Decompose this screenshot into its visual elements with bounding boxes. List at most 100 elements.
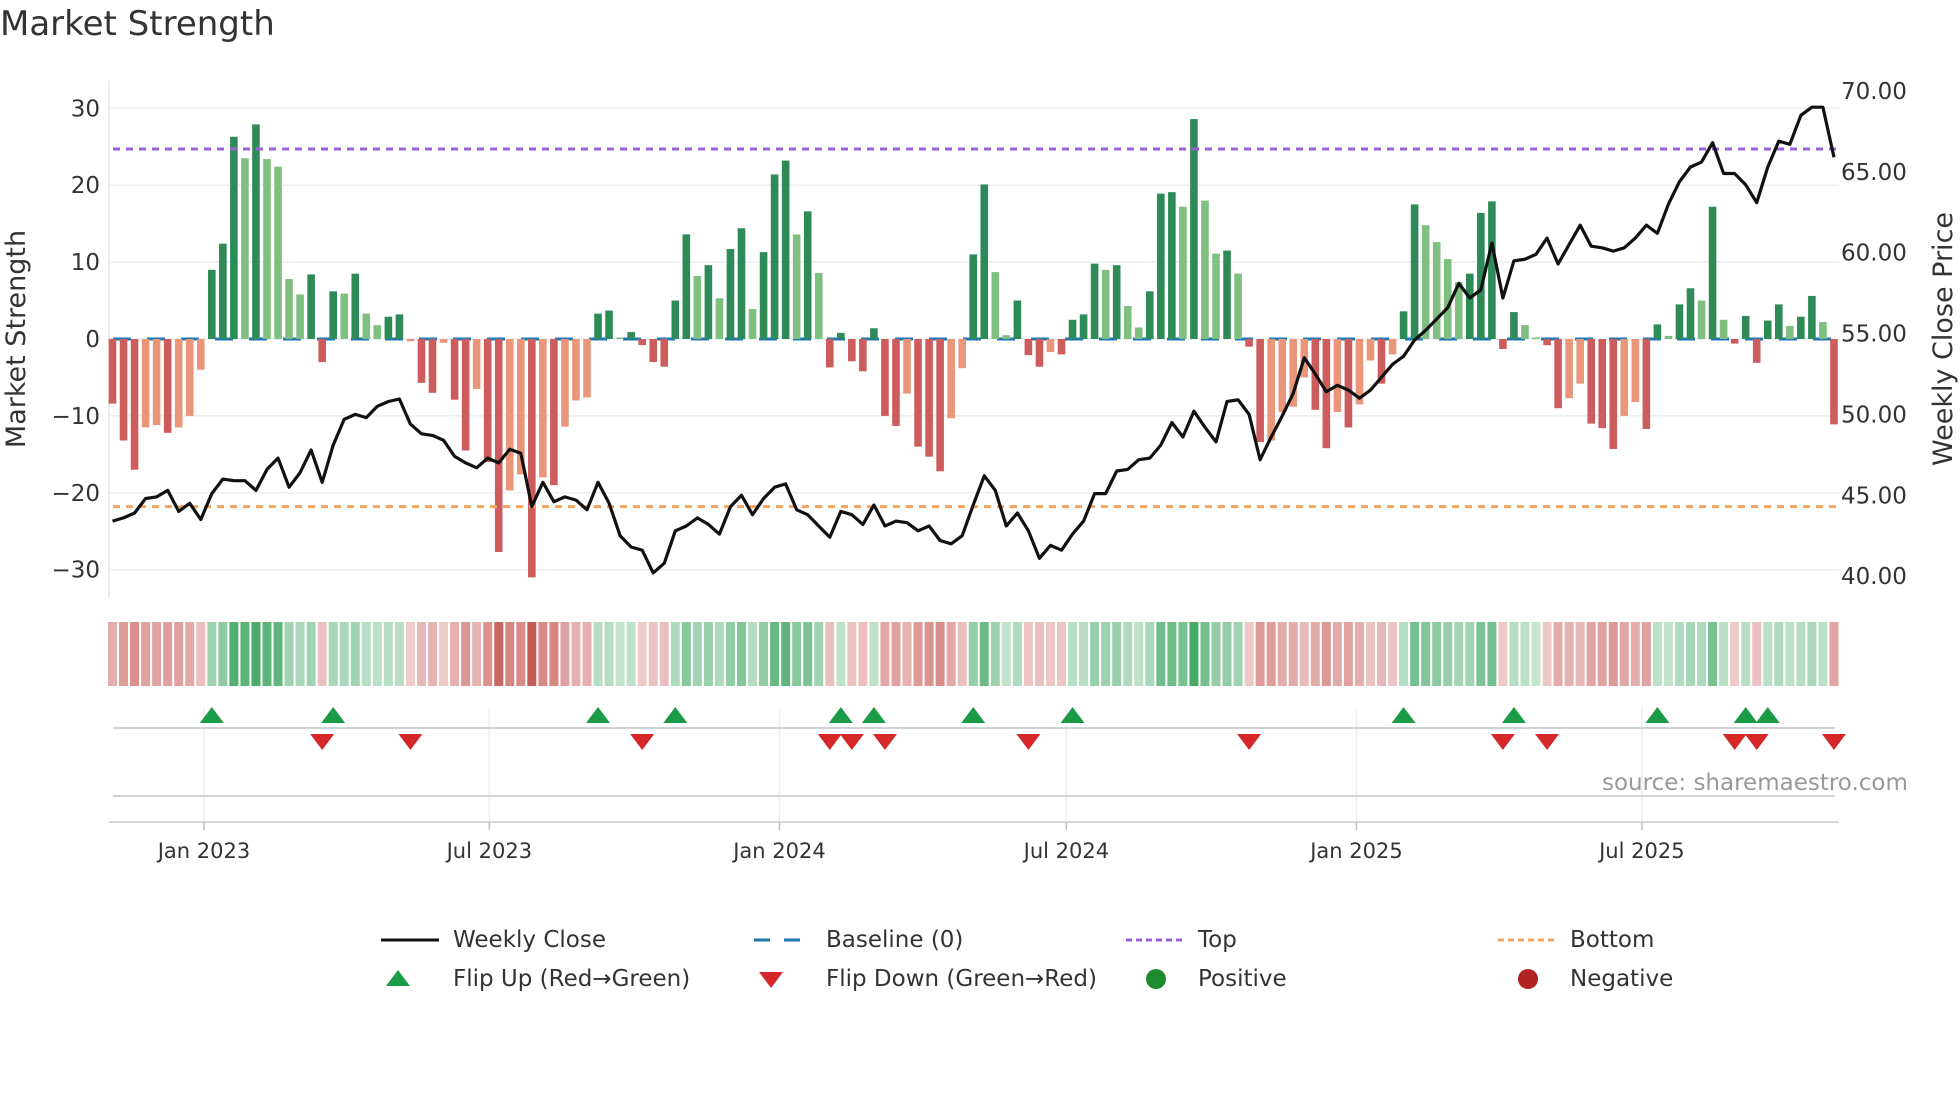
strength-heat-cell [394, 622, 404, 686]
strength-heat-cell [582, 622, 592, 686]
x-tick-label: Jan 2024 [731, 839, 826, 863]
flip-up-marker [1755, 707, 1780, 723]
strength-heat-cell [483, 622, 493, 686]
y2-tick-label: 60.00 [1841, 241, 1907, 267]
positive-strength-bar [208, 269, 216, 339]
strength-heat-cell [781, 622, 791, 686]
strength-heat-cell [505, 622, 515, 686]
negative-strength-bar [1830, 339, 1838, 425]
strength-heat-cell [1465, 622, 1475, 686]
negative-strength-bar [483, 339, 492, 463]
strength-heat-cell [1112, 622, 1122, 686]
legend-label: Flip Up (Red→Green) [453, 966, 691, 992]
negative-strength-bar [1587, 339, 1595, 424]
strength-heat-cell [1498, 622, 1508, 686]
flip-down-marker [1237, 734, 1262, 750]
negative-strength-bar [572, 339, 580, 401]
negative-strength-bar [925, 339, 933, 457]
negative-strength-bar [1642, 339, 1651, 429]
triangle-down-icon [759, 972, 783, 988]
strength-heat-cell [1608, 622, 1618, 686]
flip-up-marker [1645, 707, 1670, 723]
negative-strength-bar [108, 339, 117, 404]
flip-down-marker [817, 734, 842, 750]
strength-heat-cell [825, 622, 835, 686]
strength-heat-cell [1553, 622, 1563, 686]
strength-heat-cell [1222, 622, 1232, 686]
positive-strength-bar [715, 298, 724, 339]
strength-heat-cell [251, 622, 261, 686]
negative-strength-bar [196, 339, 205, 370]
strength-heat-cell [1266, 622, 1276, 686]
positive-strength-bar [1763, 320, 1772, 339]
strength-heat-cell [306, 622, 316, 686]
positive-strength-bar [219, 243, 227, 339]
flip-down-marker [630, 734, 655, 750]
negative-strength-bar [1024, 339, 1033, 356]
legend-top: Top [1126, 925, 1237, 955]
y-tick-label: 20 [71, 173, 100, 199]
positive-strength-bar [1101, 269, 1110, 339]
negative-strength-bar [505, 339, 514, 491]
positive-strength-bar [1808, 295, 1816, 339]
strength-heat-cell [1189, 622, 1199, 686]
y-tick-label: 30 [71, 96, 100, 122]
strength-heat-cell [1454, 622, 1464, 686]
positive-strength-bar [1708, 206, 1717, 339]
strength-heat-cell [1674, 622, 1684, 686]
strength-heat-cell [803, 622, 813, 686]
positive-strength-bar [1786, 325, 1794, 339]
strength-heat-cell [1023, 622, 1033, 686]
negative-strength-bar [318, 339, 326, 363]
positive-strength-bar [263, 159, 271, 339]
positive-strength-bar [252, 124, 260, 339]
strength-heat-cell [692, 622, 702, 686]
y2-axis-title: Weekly Close Price [1928, 212, 1959, 466]
legend-weekly-close: Weekly Close [381, 925, 606, 955]
strength-heat-cell [968, 622, 978, 686]
positive-strength-bar [814, 272, 823, 339]
positive-strength-bar [1488, 201, 1496, 339]
strength-heat-cell [1443, 622, 1453, 686]
chart-title: Market Strength [0, 4, 275, 44]
positive-strength-bar [969, 254, 978, 339]
strength-heat-cell [902, 622, 912, 686]
positive-strength-bar [329, 291, 337, 339]
positive-strength-bar [1521, 325, 1529, 339]
strength-heat-cell [405, 622, 415, 686]
strength-heat-cell [1288, 622, 1298, 686]
strength-heat-cell [130, 622, 140, 686]
strength-heat-cell [637, 622, 647, 686]
strength-heat-cell [1310, 622, 1320, 686]
positive-strength-bar [351, 273, 360, 339]
negative-strength-bar [550, 339, 558, 486]
strength-heat-cell [1520, 622, 1530, 686]
negative-strength-bar [1598, 339, 1607, 429]
positive-strength-bar [384, 316, 393, 339]
strength-heat-cell [372, 622, 382, 686]
strength-heat-cell [670, 622, 680, 686]
strength-heat-cell [141, 622, 151, 686]
legend-negative: Negative [1498, 964, 1673, 994]
negative-strength-bar [1752, 339, 1761, 363]
strength-heat-cell [1476, 622, 1486, 686]
strength-heat-cell [229, 622, 239, 686]
negative-strength-bar [914, 339, 922, 447]
positive-strength-bar [274, 166, 282, 339]
negative-strength-bar [1256, 339, 1264, 443]
flip-up-marker [321, 707, 346, 723]
strength-heat-cell [1531, 622, 1541, 686]
positive-strength-bar [792, 234, 801, 339]
legend-label: Top [1198, 927, 1237, 953]
flip-down-marker [839, 734, 864, 750]
strength-heat-cell [1123, 622, 1133, 686]
y2-tick-label: 50.00 [1841, 402, 1907, 428]
strength-heat-cell [1410, 622, 1420, 686]
negative-strength-bar [1631, 339, 1640, 403]
negative-strength-bar [1554, 339, 1562, 409]
y-tick-label: −30 [51, 558, 100, 584]
negative-strength-bar [1576, 339, 1584, 384]
legend-label: Negative [1570, 966, 1674, 992]
legend-label: Positive [1198, 966, 1287, 992]
positive-strength-bar [285, 279, 293, 339]
